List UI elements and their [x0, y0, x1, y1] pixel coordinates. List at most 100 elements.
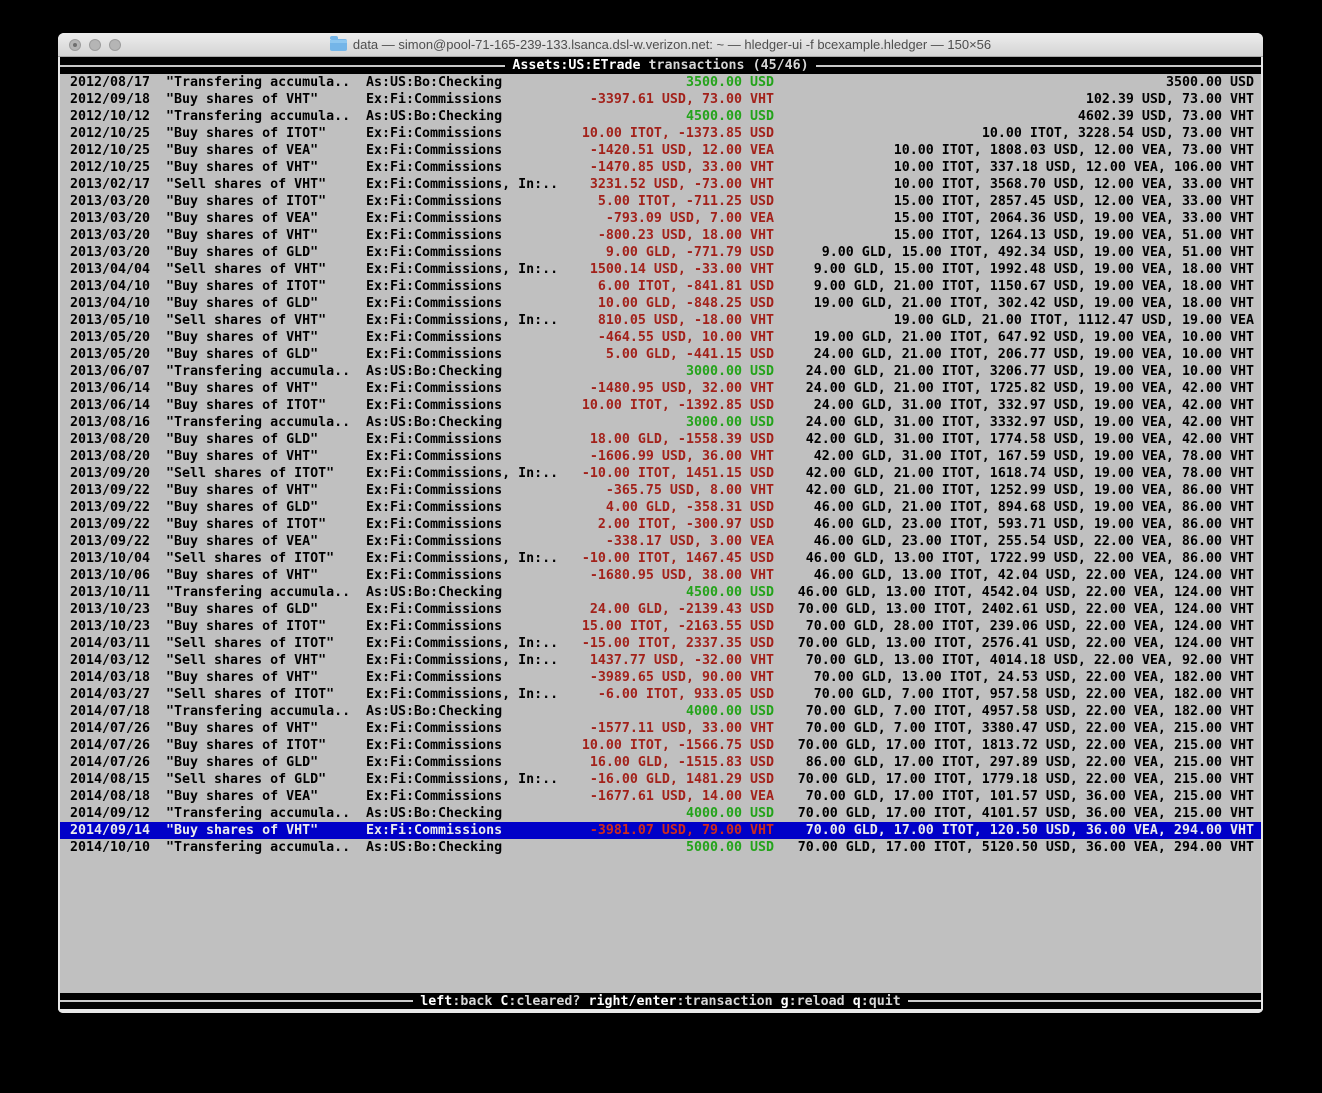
transaction-row[interactable]: 2013/05/20 "Buy shares of GLD" Ex:Fi:Com…	[60, 346, 1261, 363]
transaction-row[interactable]: 2014/07/18 "Transfering accumula.. As:US…	[60, 703, 1261, 720]
transaction-accounts: Ex:Fi:Commissions, In:..	[366, 635, 558, 652]
transaction-row[interactable]: 2013/02/17 "Sell shares of VHT" Ex:Fi:Co…	[60, 176, 1261, 193]
transaction-balance: 24.00 GLD, 21.00 ITOT, 3206.77 USD, 19.0…	[778, 363, 1254, 380]
transaction-description: "Sell shares of ITOT"	[166, 550, 334, 567]
transaction-row[interactable]: 2013/10/06 "Buy shares of VHT" Ex:Fi:Com…	[60, 567, 1261, 584]
transaction-description: "Buy shares of VHT"	[166, 329, 318, 346]
transaction-change: -464.55 USD, 10.00 VHT	[570, 329, 774, 346]
transaction-date: 2014/07/18	[70, 703, 150, 720]
transaction-row[interactable]: 2012/09/18 "Buy shares of VHT" Ex:Fi:Com…	[60, 91, 1261, 108]
transaction-row[interactable]: 2013/03/20 "Buy shares of GLD" Ex:Fi:Com…	[60, 244, 1261, 261]
transaction-row[interactable]: 2013/10/23 "Buy shares of ITOT" Ex:Fi:Co…	[60, 618, 1261, 635]
transaction-row[interactable]: 2013/08/20 "Buy shares of VHT" Ex:Fi:Com…	[60, 448, 1261, 465]
transaction-row[interactable]: 2013/04/04 "Sell shares of VHT" Ex:Fi:Co…	[60, 261, 1261, 278]
zoom-button[interactable]	[109, 39, 121, 51]
transaction-row[interactable]: 2014/09/12 "Transfering accumula.. As:US…	[60, 805, 1261, 822]
transaction-date: 2013/06/14	[70, 397, 150, 414]
transaction-row[interactable]: 2012/08/17 "Transfering accumula.. As:US…	[60, 74, 1261, 91]
transaction-row[interactable]: 2013/06/14 "Buy shares of ITOT" Ex:Fi:Co…	[60, 397, 1261, 414]
transaction-row[interactable]: 2013/09/22 "Buy shares of ITOT" Ex:Fi:Co…	[60, 516, 1261, 533]
transaction-accounts: Ex:Fi:Commissions	[366, 737, 502, 754]
transaction-accounts: Ex:Fi:Commissions	[366, 346, 502, 363]
window-titlebar[interactable]: data — simon@pool-71-165-239-133.lsanca.…	[58, 33, 1263, 57]
transaction-balance: 3500.00 USD	[778, 74, 1254, 91]
close-button[interactable]	[69, 39, 81, 51]
transaction-balance: 70.00 GLD, 13.00 ITOT, 4014.18 USD, 22.0…	[778, 652, 1254, 669]
transaction-balance: 10.00 ITOT, 1808.03 USD, 12.00 VEA, 73.0…	[778, 142, 1254, 159]
transaction-row[interactable]: 2013/04/10 "Buy shares of ITOT" Ex:Fi:Co…	[60, 278, 1261, 295]
transaction-row[interactable]: 2014/03/11 "Sell shares of ITOT" Ex:Fi:C…	[60, 635, 1261, 652]
transaction-row[interactable]: 2013/09/22 "Buy shares of VHT" Ex:Fi:Com…	[60, 482, 1261, 499]
transaction-row[interactable]: 2013/06/07 "Transfering accumula.. As:US…	[60, 363, 1261, 380]
transaction-accounts: Ex:Fi:Commissions	[366, 533, 502, 550]
transaction-row[interactable]: 2013/03/20 "Buy shares of VEA" Ex:Fi:Com…	[60, 210, 1261, 227]
transaction-balance: 19.00 GLD, 21.00 ITOT, 302.42 USD, 19.00…	[778, 295, 1254, 312]
transaction-row[interactable]: 2013/09/20 "Sell shares of ITOT" Ex:Fi:C…	[60, 465, 1261, 482]
transaction-row[interactable]: 2014/08/18 "Buy shares of VEA" Ex:Fi:Com…	[60, 788, 1261, 805]
footer-rule-right	[908, 1000, 1261, 1002]
transaction-row[interactable]: 2014/03/12 "Sell shares of VHT" Ex:Fi:Co…	[60, 652, 1261, 669]
transaction-date: 2013/06/14	[70, 380, 150, 397]
transaction-description: "Buy shares of GLD"	[166, 499, 318, 516]
minimize-button[interactable]	[89, 39, 101, 51]
transaction-description: "Buy shares of VHT"	[166, 380, 318, 397]
transaction-row[interactable]: 2014/10/10 "Transfering accumula.. As:US…	[60, 839, 1261, 856]
transaction-row[interactable]: 2012/10/25 "Buy shares of VEA" Ex:Fi:Com…	[60, 142, 1261, 159]
transaction-row[interactable]: 2014/03/18 "Buy shares of VHT" Ex:Fi:Com…	[60, 669, 1261, 686]
transaction-balance: 86.00 GLD, 17.00 ITOT, 297.89 USD, 22.00…	[778, 754, 1254, 771]
transaction-accounts: Ex:Fi:Commissions, In:..	[366, 686, 558, 703]
transaction-balance: 70.00 GLD, 17.00 ITOT, 101.57 USD, 36.00…	[778, 788, 1254, 805]
transaction-accounts: As:US:Bo:Checking	[366, 703, 502, 720]
transaction-row[interactable]: 2013/08/20 "Buy shares of GLD" Ex:Fi:Com…	[60, 431, 1261, 448]
transaction-date: 2014/09/12	[70, 805, 150, 822]
transaction-change: 4000.00 USD	[570, 805, 774, 822]
transaction-row[interactable]: 2013/05/10 "Sell shares of VHT" Ex:Fi:Co…	[60, 312, 1261, 329]
header-account: Assets:US:ETrade	[512, 58, 640, 73]
transaction-row[interactable]: 2013/05/20 "Buy shares of VHT" Ex:Fi:Com…	[60, 329, 1261, 346]
transaction-change: 9.00 GLD, -771.79 USD	[570, 244, 774, 261]
transaction-row[interactable]: 2013/10/04 "Sell shares of ITOT" Ex:Fi:C…	[60, 550, 1261, 567]
transaction-description: "Buy shares of ITOT"	[166, 193, 326, 210]
transaction-date: 2012/09/18	[70, 91, 150, 108]
transaction-row[interactable]: 2012/10/25 "Buy shares of VHT" Ex:Fi:Com…	[60, 159, 1261, 176]
transaction-balance: 102.39 USD, 73.00 VHT	[778, 91, 1254, 108]
transaction-date: 2014/08/15	[70, 771, 150, 788]
transaction-row[interactable]: 2014/08/15 "Sell shares of GLD" Ex:Fi:Co…	[60, 771, 1261, 788]
transaction-row[interactable]: 2014/07/26 "Buy shares of VHT" Ex:Fi:Com…	[60, 720, 1261, 737]
transaction-row[interactable]: 2012/10/25 "Buy shares of ITOT" Ex:Fi:Co…	[60, 125, 1261, 142]
transaction-date: 2013/10/23	[70, 601, 150, 618]
transaction-row[interactable]: 2013/03/20 "Buy shares of ITOT" Ex:Fi:Co…	[60, 193, 1261, 210]
transaction-row[interactable]: 2014/07/26 "Buy shares of ITOT" Ex:Fi:Co…	[60, 737, 1261, 754]
transaction-description: "Transfering accumula..	[166, 584, 350, 601]
transaction-accounts: As:US:Bo:Checking	[366, 108, 502, 125]
transaction-row[interactable]: 2013/09/22 "Buy shares of VEA" Ex:Fi:Com…	[60, 533, 1261, 550]
transaction-date: 2013/08/20	[70, 448, 150, 465]
transaction-description: "Buy shares of GLD"	[166, 754, 318, 771]
transaction-balance: 46.00 GLD, 13.00 ITOT, 4542.04 USD, 22.0…	[778, 584, 1254, 601]
transaction-accounts: Ex:Fi:Commissions	[366, 448, 502, 465]
transaction-row[interactable]: 2013/03/20 "Buy shares of VHT" Ex:Fi:Com…	[60, 227, 1261, 244]
transaction-balance: 70.00 GLD, 13.00 ITOT, 2402.61 USD, 22.0…	[778, 601, 1254, 618]
transaction-balance: 70.00 GLD, 17.00 ITOT, 1779.18 USD, 22.0…	[778, 771, 1254, 788]
transaction-row[interactable]: 2013/09/22 "Buy shares of GLD" Ex:Fi:Com…	[60, 499, 1261, 516]
transaction-change: 3000.00 USD	[570, 414, 774, 431]
transaction-accounts: Ex:Fi:Commissions	[366, 193, 502, 210]
transaction-row[interactable]: 2013/04/10 "Buy shares of GLD" Ex:Fi:Com…	[60, 295, 1261, 312]
transaction-balance: 70.00 GLD, 7.00 ITOT, 4957.58 USD, 22.00…	[778, 703, 1254, 720]
transaction-change: 4500.00 USD	[570, 584, 774, 601]
transaction-description: "Buy shares of GLD"	[166, 431, 318, 448]
transaction-row[interactable]: 2014/09/14 "Buy shares of VHT" Ex:Fi:Com…	[60, 822, 1261, 839]
transaction-change: -793.09 USD, 7.00 VEA	[570, 210, 774, 227]
transaction-row[interactable]: 2013/06/14 "Buy shares of VHT" Ex:Fi:Com…	[60, 380, 1261, 397]
transaction-description: "Sell shares of GLD"	[166, 771, 326, 788]
transaction-row[interactable]: 2014/07/26 "Buy shares of GLD" Ex:Fi:Com…	[60, 754, 1261, 771]
transaction-accounts: Ex:Fi:Commissions	[366, 567, 502, 584]
transaction-row[interactable]: 2013/10/11 "Transfering accumula.. As:US…	[60, 584, 1261, 601]
transaction-change: -338.17 USD, 3.00 VEA	[570, 533, 774, 550]
transaction-row[interactable]: 2013/08/16 "Transfering accumula.. As:US…	[60, 414, 1261, 431]
transaction-row[interactable]: 2012/10/12 "Transfering accumula.. As:US…	[60, 108, 1261, 125]
transaction-change: -800.23 USD, 18.00 VHT	[570, 227, 774, 244]
transaction-row[interactable]: 2013/10/23 "Buy shares of GLD" Ex:Fi:Com…	[60, 601, 1261, 618]
transaction-row[interactable]: 2014/03/27 "Sell shares of ITOT" Ex:Fi:C…	[60, 686, 1261, 703]
transaction-description: "Buy shares of GLD"	[166, 244, 318, 261]
